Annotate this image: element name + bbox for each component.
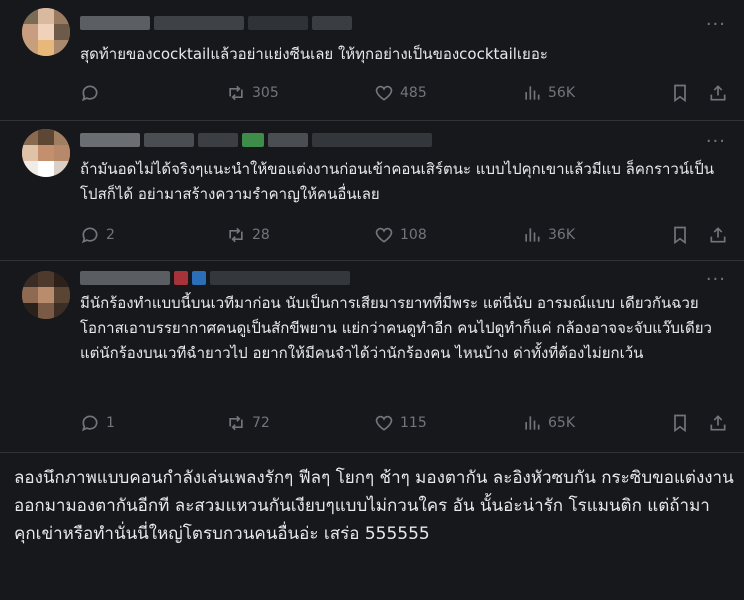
like-button[interactable]: 115	[374, 413, 427, 433]
more-options-icon[interactable]: ···	[706, 14, 726, 35]
bookmark-icon	[674, 414, 686, 433]
analytics-icon	[525, 228, 540, 242]
share-icon	[710, 85, 726, 101]
retweet-icon	[229, 415, 243, 431]
retweet-button[interactable]: 72	[226, 413, 270, 433]
view-count: 56K	[548, 85, 575, 101]
like-button[interactable]: 108	[374, 225, 427, 245]
caption-text: ลองนึกภาพแบบคอนกำลังเล่นเพลงรักๆ ฟีลๆ โย…	[14, 468, 734, 544]
bookmark-icon	[674, 226, 686, 245]
like-count: 485	[400, 85, 427, 101]
author-name-blurred[interactable]	[80, 267, 350, 289]
tweet-text: มีนักร้องทำแบบนี้บนเวทีมาก่อน นับเป็นการ…	[80, 294, 712, 362]
action-bar: 1 72 115 65K	[80, 413, 730, 437]
tweet-text: สุดท้ายของcocktailแล้วอย่าแย่งซีนเลย ให้…	[80, 45, 548, 63]
views-button[interactable]: 36K	[522, 225, 575, 245]
section-divider	[0, 452, 744, 453]
reply-tweet-1[interactable]: ··· สุดท้ายของcocktailแล้วอย่าแย่งซีนเลย…	[0, 0, 744, 120]
reply-icon	[81, 415, 98, 432]
share-button[interactable]	[708, 225, 728, 245]
avatar[interactable]	[22, 8, 70, 56]
retweet-icon	[229, 85, 243, 101]
share-button[interactable]	[708, 83, 728, 103]
action-bar: 2 28 108 36K	[80, 225, 730, 249]
more-options-icon[interactable]: ···	[706, 131, 726, 152]
bookmark-button[interactable]	[670, 225, 690, 245]
like-count: 108	[400, 227, 427, 243]
bookmark-icon	[674, 84, 686, 103]
reply-count: 2	[106, 227, 115, 243]
retweet-icon	[229, 227, 243, 243]
more-options-icon[interactable]: ···	[706, 269, 726, 290]
author-name-blurred[interactable]	[80, 12, 352, 34]
reply-button[interactable]: 2	[80, 225, 115, 245]
reply-tweet-3[interactable]: ··· มีนักร้องทำแบบนี้บนเวทีมาก่อน นับเป็…	[0, 260, 744, 452]
retweet-count: 28	[252, 227, 270, 243]
analytics-icon	[525, 86, 540, 100]
avatar[interactable]	[22, 271, 70, 319]
action-bar: 305 485 56K	[80, 83, 730, 107]
bookmark-button[interactable]	[670, 83, 690, 103]
share-icon	[710, 227, 726, 243]
reply-tweet-2[interactable]: ··· ถ้ามันอดไม่ได้จริงๆแนะนำให้ขอแต่งงาน…	[0, 120, 744, 260]
share-icon	[710, 415, 726, 431]
heart-icon	[375, 85, 393, 101]
tweet-text: ถ้ามันอดไม่ได้จริงๆแนะนำให้ขอแต่งงานก่อน…	[80, 160, 714, 203]
view-count: 65K	[548, 415, 575, 431]
author-name-blurred[interactable]	[80, 129, 432, 151]
retweet-count: 305	[252, 85, 279, 101]
share-button[interactable]	[708, 413, 728, 433]
view-count: 36K	[548, 227, 575, 243]
reply-icon	[81, 227, 98, 244]
retweet-count: 72	[252, 415, 270, 431]
heart-icon	[375, 227, 393, 243]
views-button[interactable]: 56K	[522, 83, 575, 103]
reply-icon	[81, 85, 98, 102]
heart-icon	[375, 415, 393, 431]
like-count: 115	[400, 415, 427, 431]
bookmark-button[interactable]	[670, 413, 690, 433]
retweet-button[interactable]: 305	[226, 83, 279, 103]
reply-button[interactable]: 1	[80, 413, 115, 433]
reply-button[interactable]	[80, 83, 106, 103]
retweet-button[interactable]: 28	[226, 225, 270, 245]
like-button[interactable]: 485	[374, 83, 427, 103]
reply-count: 1	[106, 415, 115, 431]
avatar[interactable]	[22, 129, 70, 177]
analytics-icon	[525, 416, 540, 430]
views-button[interactable]: 65K	[522, 413, 575, 433]
